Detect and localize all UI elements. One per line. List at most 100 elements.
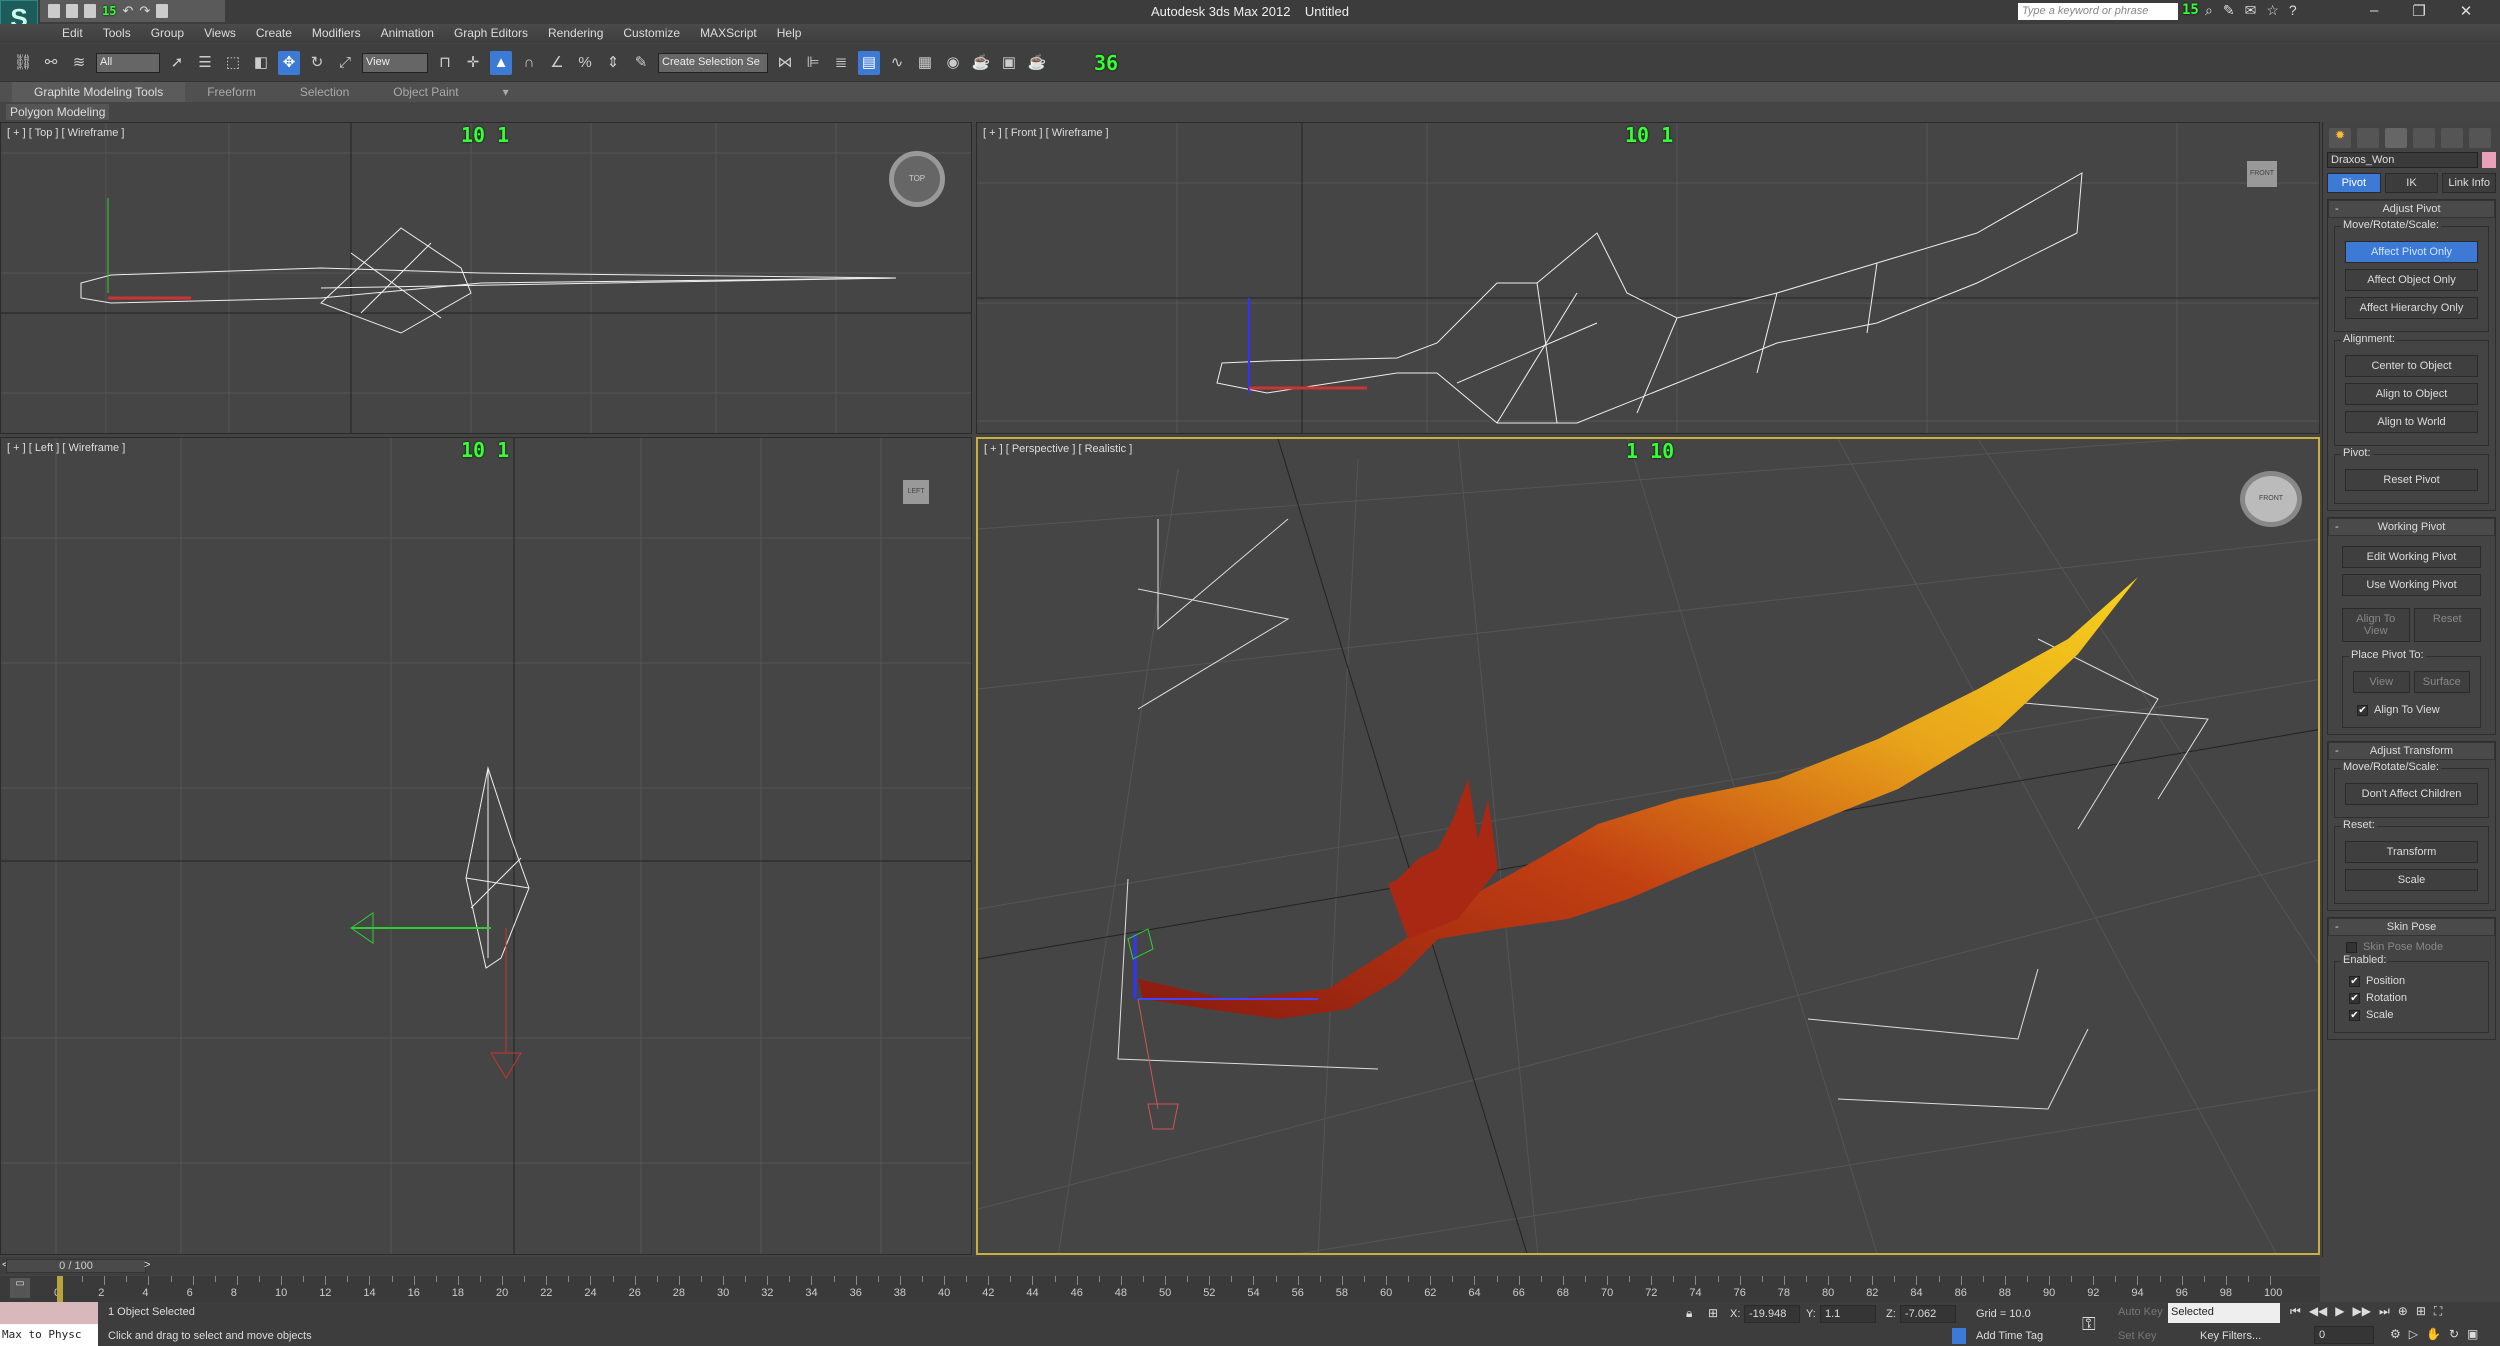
dont-affect-children-button[interactable]: Don't Affect Children — [2345, 783, 2478, 805]
field-of-view-icon[interactable]: ▷ — [2409, 1327, 2418, 1341]
time-tag-icon[interactable] — [1952, 1328, 1966, 1344]
close-button[interactable]: ✕ — [2460, 2, 2473, 20]
skin-pose-mode-checkbox[interactable] — [2346, 941, 2357, 953]
render-setup-icon[interactable]: ☕ — [970, 51, 992, 75]
menu-help[interactable]: Help — [767, 24, 812, 43]
center-to-object-button[interactable]: Center to Object — [2345, 355, 2478, 377]
edit-named-selection-icon[interactable]: ✎ — [630, 51, 652, 75]
graphite-toggle-icon[interactable]: ▤ — [858, 50, 880, 75]
tab-pivot[interactable]: Pivot — [2327, 173, 2381, 193]
current-frame-field[interactable]: 0 — [2314, 1326, 2374, 1344]
viewport-label[interactable]: [ + ] [ Top ] [ Wireframe ] — [7, 127, 124, 139]
named-selection-dropdown[interactable]: Create Selection Se — [658, 52, 768, 73]
rectangular-selection-icon[interactable]: ⬚ — [222, 51, 244, 75]
polygon-modeling-panel[interactable]: Polygon Modeling — [6, 104, 110, 120]
previous-key-icon[interactable]: ◀◀ — [2309, 1304, 2327, 1319]
align-to-view-button[interactable]: Align To View — [2342, 608, 2410, 642]
zoom-icon[interactable]: ⊕ — [2398, 1304, 2408, 1319]
reset-pivot-button[interactable]: Reset Pivot — [2345, 469, 2478, 491]
x-coordinate-field[interactable]: -19.948 — [1744, 1305, 1800, 1323]
view-button[interactable]: View — [2353, 671, 2410, 693]
maxscript-input[interactable]: Max to Physc — [0, 1324, 98, 1346]
viewport-label[interactable]: [ + ] [ Left ] [ Wireframe ] — [7, 442, 125, 454]
tab-link-info[interactable]: Link Info — [2442, 173, 2497, 193]
minimize-button[interactable]: – — [2370, 2, 2378, 20]
rollout-header[interactable]: Working Pivot — [2328, 518, 2495, 536]
favorites-star-icon[interactable]: ☆ — [2266, 2, 2279, 19]
zoom-all-icon[interactable]: ⊞ — [2416, 1304, 2426, 1319]
menu-modifiers[interactable]: Modifiers — [302, 24, 371, 43]
schematic-view-icon[interactable]: ▦ — [914, 51, 936, 75]
time-slider-thumb[interactable]: 0 / 100 — [6, 1259, 146, 1273]
select-and-rotate-icon[interactable]: ↻ — [306, 51, 328, 75]
viewcube-top[interactable]: TOP — [889, 151, 945, 207]
tab-freeform[interactable]: Freeform — [185, 82, 278, 102]
select-and-move-icon[interactable]: ✥ — [278, 50, 300, 75]
selection-filter-dropdown[interactable]: All — [96, 52, 160, 73]
viewport-label[interactable]: [ + ] [ Perspective ] [ Realistic ] — [984, 443, 1132, 455]
edit-working-pivot-button[interactable]: Edit Working Pivot — [2342, 546, 2481, 568]
affect-pivot-only-button[interactable]: Affect Pivot Only — [2345, 241, 2478, 263]
scale-checkbox[interactable]: ✔ — [2349, 1009, 2360, 1021]
reset-transform-button[interactable]: Transform — [2345, 841, 2478, 863]
zoom-extents-icon[interactable]: ⛶ — [2434, 1304, 2442, 1319]
spinner-snap-icon[interactable]: ⇕ — [602, 51, 624, 75]
tab-object-paint[interactable]: Object Paint — [371, 82, 480, 102]
reset-button[interactable]: Reset — [2413, 608, 2481, 642]
viewport-front[interactable]: [ + ] [ Front ] [ Wireframe ] 10 1 FRONT — [976, 122, 2320, 434]
time-slider-track[interactable] — [0, 1257, 2320, 1275]
unlink-icon[interactable]: ⚯ — [40, 51, 62, 75]
tab-selection[interactable]: Selection — [278, 82, 371, 102]
menu-views[interactable]: Views — [194, 24, 246, 43]
affect-object-only-button[interactable]: Affect Object Only — [2345, 269, 2478, 291]
hierarchy-tab-icon[interactable] — [2385, 128, 2407, 148]
select-object-icon[interactable]: ➚ — [166, 51, 188, 75]
rollout-header[interactable]: Adjust Transform — [2328, 742, 2495, 760]
orbit-icon[interactable]: ↻ — [2449, 1327, 2459, 1341]
mirror-icon[interactable]: ⋈ — [774, 51, 796, 75]
set-key-key-icon[interactable]: ⚿ — [2082, 1314, 2096, 1335]
viewcube-left[interactable]: LEFT — [903, 480, 929, 504]
create-tab-icon[interactable]: ✹ — [2329, 128, 2351, 148]
viewport-label[interactable]: [ + ] [ Front ] [ Wireframe ] — [983, 127, 1109, 139]
material-editor-icon[interactable]: ◉ — [942, 51, 964, 75]
surface-button[interactable]: Surface — [2413, 671, 2470, 693]
y-coordinate-field[interactable]: 1.1 — [1820, 1305, 1876, 1323]
align-to-object-button[interactable]: Align to Object — [2345, 383, 2478, 405]
key-mode-dropdown[interactable]: Selected — [2168, 1303, 2280, 1323]
menu-group[interactable]: Group — [141, 24, 194, 43]
absolute-mode-icon[interactable]: ⊞ — [1708, 1306, 1718, 1320]
reference-coordinate-dropdown[interactable]: View — [362, 52, 428, 73]
auto-key-button[interactable]: Auto Key — [2118, 1306, 2163, 1318]
viewport-perspective[interactable]: [ + ] [ Perspective ] [ Realistic ] 1 10… — [976, 437, 2320, 1255]
menu-animation[interactable]: Animation — [371, 24, 444, 43]
search-input[interactable]: Type a keyword or phrase — [2018, 3, 2178, 20]
position-checkbox[interactable]: ✔ — [2349, 975, 2360, 987]
add-time-tag-button[interactable]: Add Time Tag — [1976, 1330, 2043, 1342]
select-by-name-icon[interactable]: ☰ — [194, 51, 216, 75]
angle-snap-icon[interactable]: ∠ — [546, 51, 568, 75]
percent-snap-icon[interactable]: % — [574, 51, 596, 75]
next-key-icon[interactable]: ▶▶ — [2353, 1304, 2371, 1319]
menu-graph-editors[interactable]: Graph Editors — [444, 24, 538, 43]
current-frame-marker[interactable] — [57, 1276, 63, 1302]
tab-ik[interactable]: IK — [2384, 173, 2439, 193]
subscription-icon[interactable]: ✎ — [2223, 2, 2235, 19]
pivot-center-icon[interactable]: ⊓ — [434, 51, 456, 75]
pan-hand-icon[interactable]: ✋ — [2426, 1327, 2441, 1341]
go-to-start-icon[interactable]: ⏮ — [2290, 1304, 2301, 1319]
object-color-swatch[interactable] — [2482, 152, 2496, 168]
viewcube-perspective[interactable]: FRONT — [2240, 471, 2302, 527]
viewport-top[interactable]: [ + ] [ Top ] [ Wireframe ] 10 1 TOP — [0, 122, 972, 434]
object-name-field[interactable]: Draxos_Won — [2327, 152, 2478, 168]
maximize-button[interactable]: ❐ — [2412, 2, 2425, 20]
maxscript-listener-mini[interactable] — [0, 1302, 98, 1324]
display-tab-icon[interactable] — [2441, 128, 2463, 148]
align-icon[interactable]: ⊫ — [802, 51, 824, 75]
utilities-hammer-icon[interactable] — [2469, 128, 2491, 148]
binoculars-icon[interactable]: ⌕ — [2205, 2, 2213, 19]
help-icon[interactable]: ? — [2289, 2, 2297, 19]
menu-maxscript[interactable]: MAXScript — [690, 24, 767, 43]
reset-scale-button[interactable]: Scale — [2345, 869, 2478, 891]
curve-editor-icon[interactable]: ∿ — [886, 51, 908, 75]
